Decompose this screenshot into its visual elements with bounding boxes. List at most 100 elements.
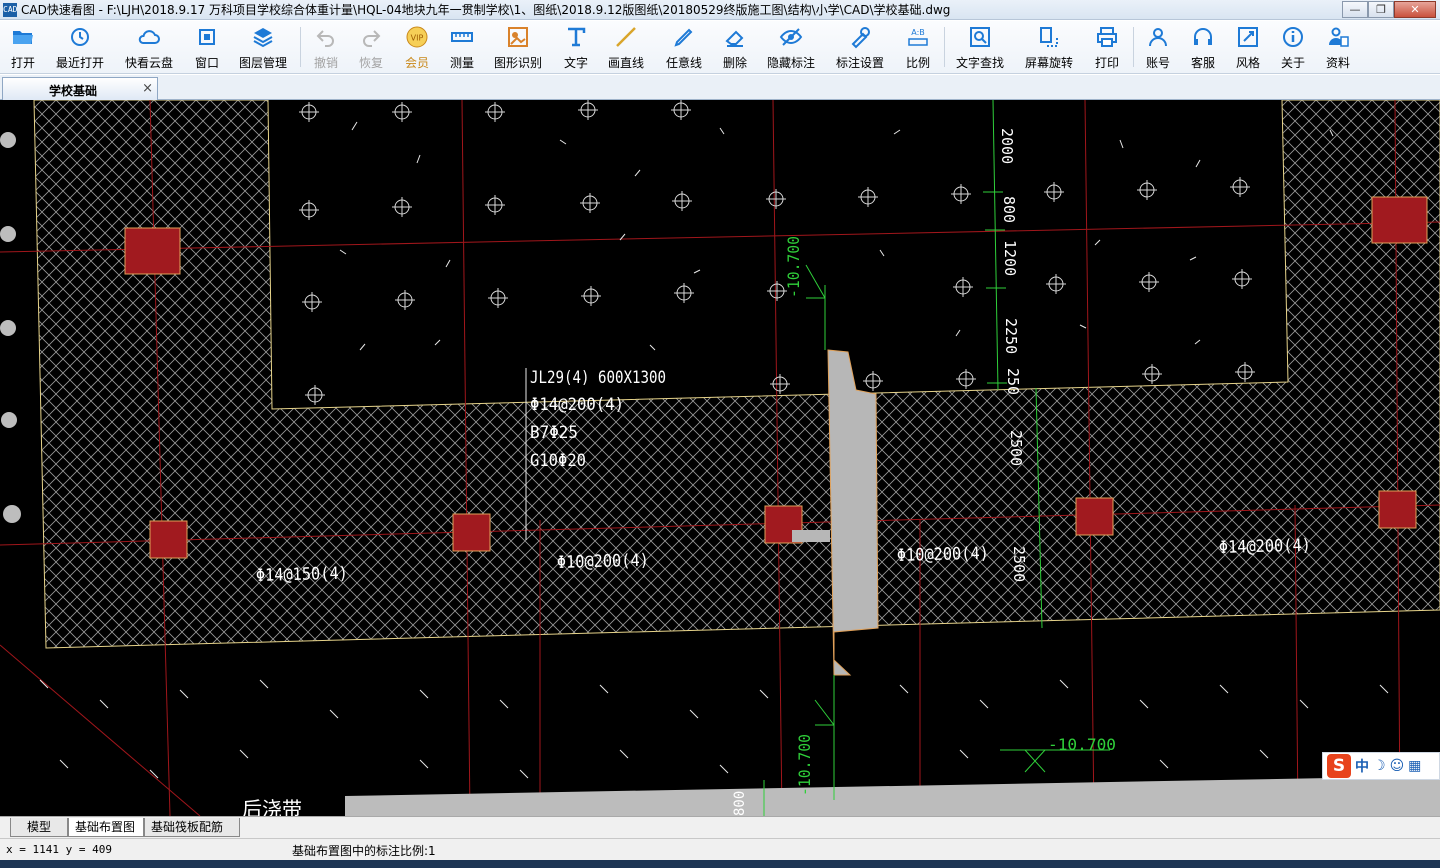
- dim-settings-label: 标注设置: [836, 56, 885, 70]
- support-label: 客服: [1190, 56, 1215, 70]
- history-icon: [67, 24, 93, 50]
- tab-model[interactable]: 模型: [10, 818, 68, 837]
- svg-text:A:B: A:B: [911, 28, 925, 37]
- scale-message: 基础布置图中的标注比例:1: [292, 844, 436, 858]
- eye-off-icon: [778, 24, 804, 50]
- dim-text: 2000: [998, 128, 1016, 164]
- rebar-label: Φ14@150(4): [256, 564, 348, 586]
- document-tab-bar: 学校基础 ×: [0, 75, 1440, 100]
- title-bar: CAD CAD快速看图 - F:\LJH\2018.9.17 万科项目学校综合体…: [0, 0, 1440, 20]
- scale-button[interactable]: A:B 比例: [905, 24, 931, 72]
- freehand-label: 任意线: [666, 56, 703, 70]
- window-button[interactable]: 窗口: [194, 24, 220, 72]
- line-button[interactable]: 画直线: [608, 24, 644, 72]
- dim-text: 800: [1000, 196, 1018, 223]
- cloud-button[interactable]: 快看云盘: [125, 24, 173, 72]
- scale-icon: A:B: [905, 24, 931, 50]
- rebar-label: Φ14@200(4): [1219, 536, 1311, 558]
- hide-dims-button[interactable]: 隐藏标注: [767, 24, 815, 72]
- open-button[interactable]: 打开: [10, 24, 36, 72]
- cad-drawing: JL29(4) 600X1300 Φ14@200(4) B7Φ25 G10Φ20…: [0, 100, 1440, 816]
- measure-button[interactable]: 测量: [449, 24, 475, 72]
- rotate-screen-label: 屏幕旋转: [1025, 56, 1074, 70]
- os-taskbar: [0, 860, 1440, 868]
- grid-icon[interactable]: ▦: [1408, 758, 1421, 774]
- redo-icon: [358, 24, 384, 50]
- ime-mode-toggle[interactable]: 中: [1355, 756, 1369, 776]
- beam-label-line: JL29(4) 600X1300: [530, 368, 666, 388]
- resources-label: 资料: [1325, 56, 1350, 70]
- user-icon: [1145, 24, 1171, 50]
- bottom-dim-text: 800: [732, 791, 748, 816]
- freehand-button[interactable]: 任意线: [666, 24, 702, 72]
- dim-settings-button[interactable]: 标注设置: [836, 24, 884, 72]
- app-logo-icon: CAD: [3, 2, 17, 17]
- layout-tab-bar: 模型 基础布置图 基础筏板配筋图: [0, 816, 1440, 852]
- cloud-icon: [136, 24, 162, 50]
- minimize-button[interactable]: —: [1342, 1, 1368, 18]
- dim-text: 2500: [1010, 546, 1028, 582]
- elevation-label: -10.700: [795, 734, 814, 796]
- smile-icon[interactable]: ☺: [1390, 758, 1405, 774]
- window-icon: [194, 24, 220, 50]
- drawing-canvas[interactable]: JL29(4) 600X1300 Φ14@200(4) B7Φ25 G10Φ20…: [0, 100, 1440, 816]
- about-button[interactable]: 关于: [1280, 24, 1306, 72]
- toolbar-divider: [944, 27, 945, 67]
- text-label: 文字: [563, 56, 588, 70]
- text-button[interactable]: 文字: [563, 24, 589, 72]
- shape-recognize-button[interactable]: 图形识别: [494, 24, 542, 72]
- print-label: 打印: [1094, 56, 1119, 70]
- layers-button[interactable]: 图层管理: [239, 24, 287, 72]
- tab-foundation-layout[interactable]: 基础布置图: [68, 818, 144, 837]
- redo-button[interactable]: 恢复: [358, 24, 384, 72]
- ime-toolbar[interactable]: S 中 ☽ ☺ ▦: [1322, 752, 1440, 780]
- close-button[interactable]: ✕: [1394, 1, 1436, 18]
- resources-button[interactable]: 资料: [1325, 24, 1351, 72]
- account-label: 账号: [1145, 56, 1170, 70]
- scale-label: 比例: [905, 56, 930, 70]
- recent-button[interactable]: 最近打开: [56, 24, 104, 72]
- support-button[interactable]: 客服: [1190, 24, 1216, 72]
- about-label: 关于: [1280, 56, 1305, 70]
- beam-label-line: G10Φ20: [530, 451, 586, 471]
- restore-button[interactable]: ❐: [1368, 1, 1394, 18]
- vip-button[interactable]: VIP 会员: [404, 24, 430, 72]
- moon-icon[interactable]: ☽: [1373, 758, 1386, 774]
- text-search-label: 文字查找: [956, 56, 1005, 70]
- print-button[interactable]: 打印: [1094, 24, 1120, 72]
- beam-label-line: B7Φ25: [530, 423, 578, 443]
- line-icon: [613, 24, 639, 50]
- account-button[interactable]: 账号: [1145, 24, 1171, 72]
- measure-label: 测量: [449, 56, 474, 70]
- tab-raft-reinforcement[interactable]: 基础筏板配筋图: [144, 818, 240, 852]
- dim-text: 2500: [1007, 430, 1025, 466]
- text-search-button[interactable]: 文字查找: [956, 24, 1004, 72]
- cursor-coordinates: x = 1141 y = 409: [6, 843, 112, 856]
- folder-icon: [10, 24, 36, 50]
- printer-icon: [1094, 24, 1120, 50]
- erase-label: 删除: [722, 56, 747, 70]
- text-search-icon: [967, 24, 993, 50]
- axis-bubbles: [0, 132, 21, 523]
- pile-markers: [299, 100, 1255, 405]
- eraser-icon: [722, 24, 748, 50]
- pencil-icon: [671, 24, 697, 50]
- ruler-icon: [449, 24, 475, 50]
- rotate-screen-icon: [1036, 24, 1062, 50]
- resources-icon: [1325, 24, 1351, 50]
- style-label: 风格: [1235, 56, 1260, 70]
- rotate-screen-button[interactable]: 屏幕旋转: [1025, 24, 1073, 72]
- undo-button[interactable]: 撤销: [313, 24, 339, 72]
- raft-hatch: [33, 100, 1440, 649]
- document-tab-label: 学校基础: [49, 84, 98, 98]
- layers-icon: [250, 24, 276, 50]
- document-tab[interactable]: 学校基础 ×: [2, 77, 158, 100]
- erase-button[interactable]: 删除: [722, 24, 748, 72]
- info-icon: [1280, 24, 1306, 50]
- toolbar-divider: [300, 27, 301, 67]
- vip-label: 会员: [404, 56, 429, 70]
- undo-icon: [313, 24, 339, 50]
- style-button[interactable]: 风格: [1235, 24, 1261, 72]
- shape-recognize-icon: [505, 24, 531, 50]
- close-tab-icon[interactable]: ×: [142, 81, 153, 96]
